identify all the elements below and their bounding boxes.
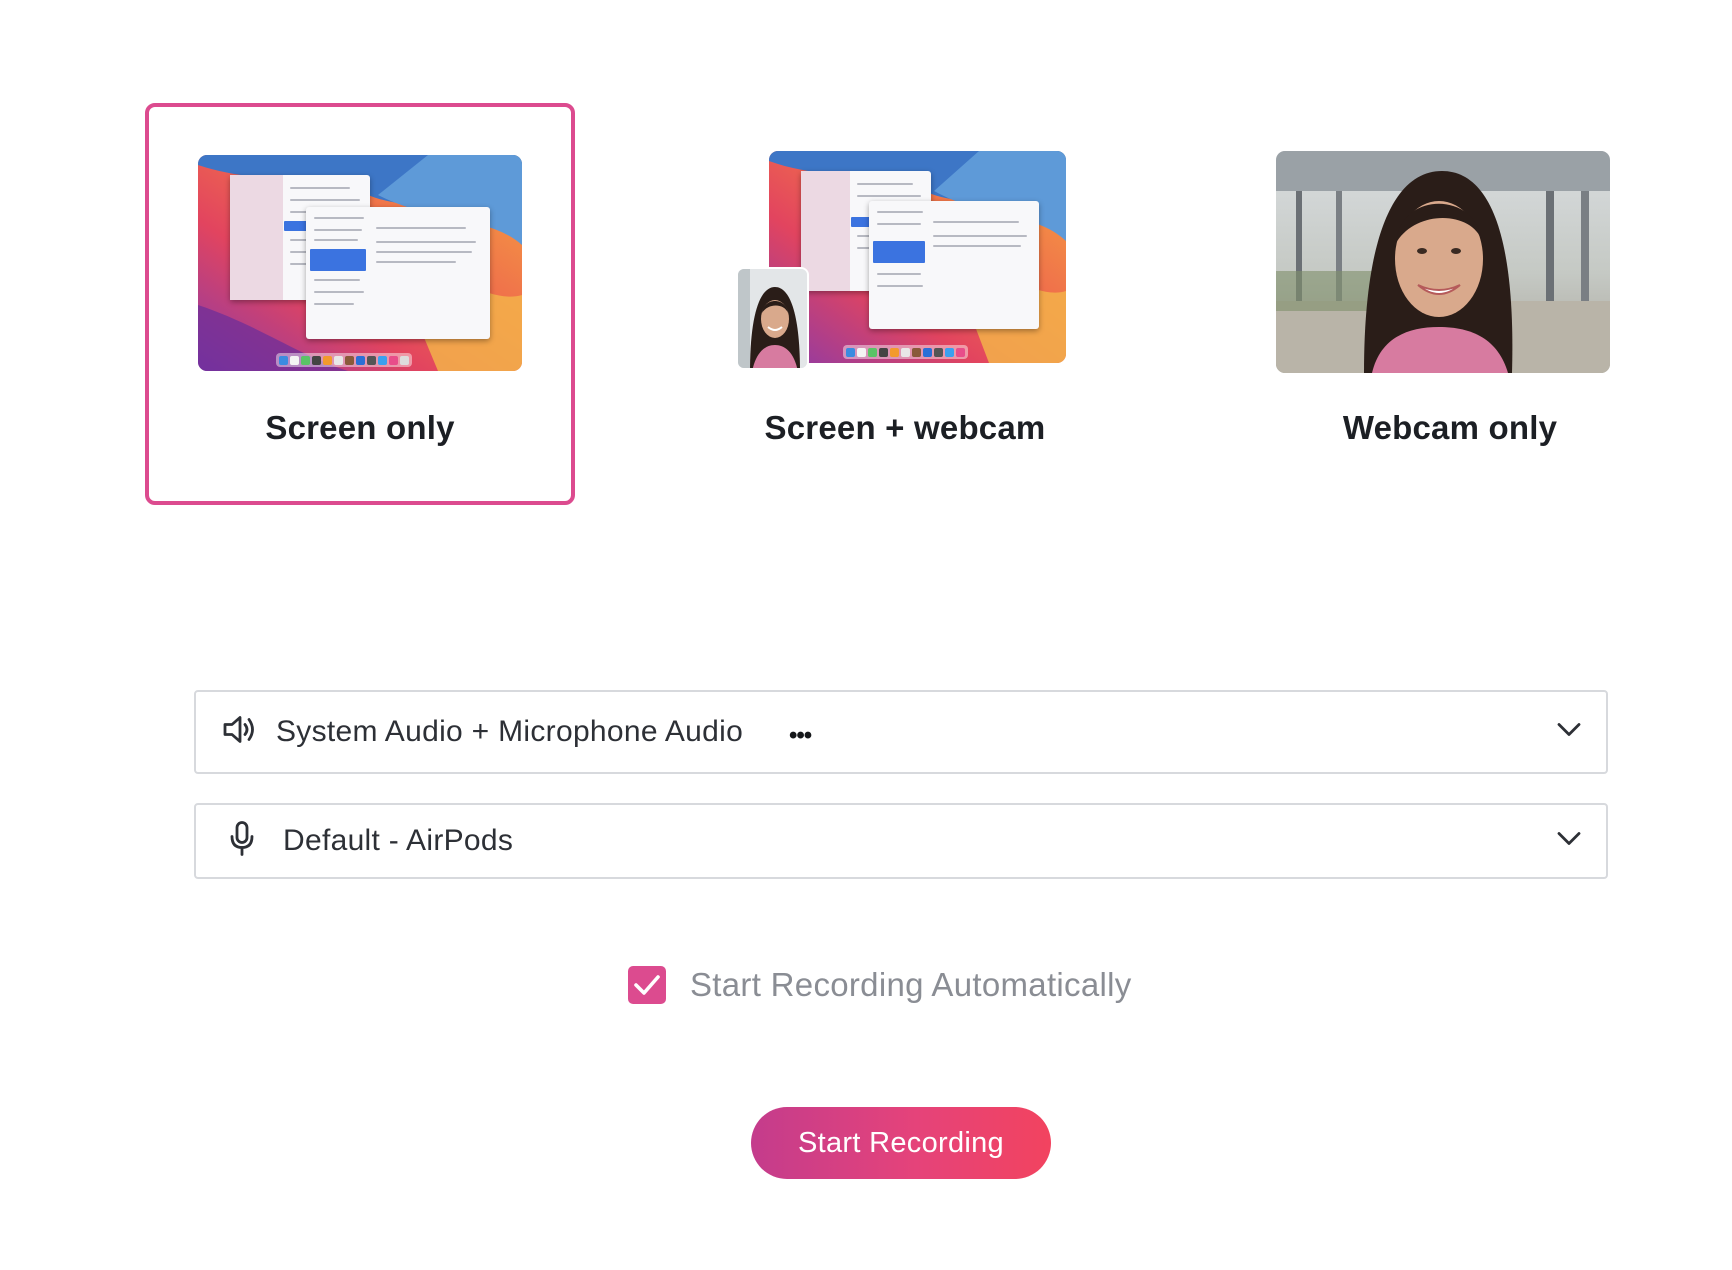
start-recording-button[interactable]: Start Recording bbox=[751, 1107, 1051, 1179]
microphone-select[interactable]: Default - AirPods bbox=[194, 803, 1608, 879]
mode-label: Webcam only bbox=[1342, 409, 1558, 446]
auto-start-checkbox[interactable] bbox=[628, 966, 666, 1004]
recording-setup: Screen only Screen + webcam Webcam only … bbox=[0, 0, 1732, 1270]
person-portrait bbox=[1276, 151, 1610, 373]
webcam-bubble bbox=[736, 267, 809, 370]
dock bbox=[843, 345, 968, 359]
mail-window-front bbox=[869, 201, 1039, 329]
mode-card-screen-only[interactable]: Screen only bbox=[145, 103, 575, 505]
auto-start-label: Start Recording Automatically bbox=[690, 966, 1132, 1003]
webcam-preview-thumbnail bbox=[1276, 151, 1610, 373]
checkmark-icon bbox=[634, 975, 660, 995]
more-dots-icon: ••• bbox=[789, 722, 812, 749]
mode-card-webcam-only[interactable]: Webcam only bbox=[1235, 103, 1665, 505]
mail-window-front bbox=[306, 207, 490, 339]
microphone-value: Default - AirPods bbox=[283, 824, 514, 857]
mode-label: Screen + webcam bbox=[764, 409, 1046, 446]
chevron-down-icon bbox=[1556, 722, 1582, 743]
mode-label: Screen only bbox=[265, 409, 455, 446]
dock bbox=[276, 353, 412, 367]
mode-card-screen-webcam[interactable]: Screen + webcam bbox=[690, 103, 1120, 505]
chevron-down-icon bbox=[1556, 831, 1582, 852]
audio-source-select[interactable]: System Audio + Microphone Audio ••• bbox=[194, 690, 1608, 774]
auto-start-option: Start Recording Automatically bbox=[628, 965, 1132, 1005]
speaker-icon bbox=[222, 714, 258, 751]
microphone-icon bbox=[228, 821, 256, 862]
person-portrait-small bbox=[738, 269, 807, 368]
screen-webcam-preview-thumbnail bbox=[769, 151, 1066, 363]
audio-source-value: System Audio + Microphone Audio bbox=[276, 715, 744, 748]
screen-preview-thumbnail bbox=[198, 155, 522, 371]
